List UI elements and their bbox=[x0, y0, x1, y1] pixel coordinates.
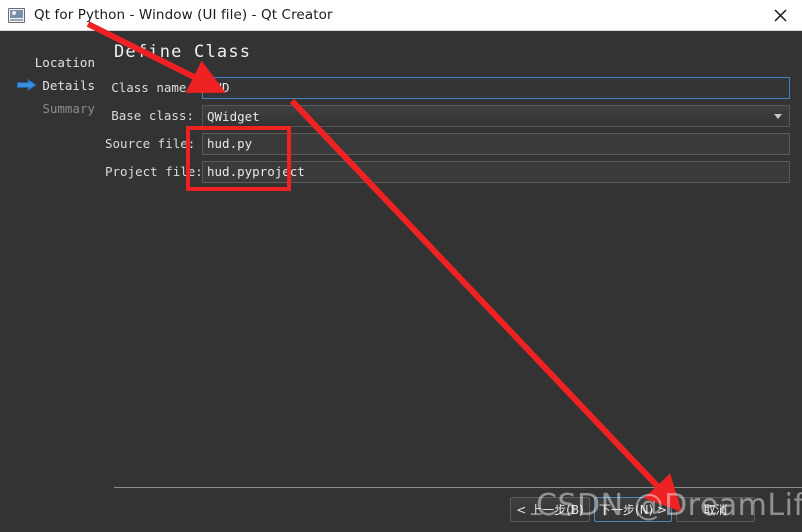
class-name-input[interactable]: HUD bbox=[202, 77, 790, 99]
close-icon[interactable] bbox=[758, 0, 802, 30]
highlight-box-file-fields bbox=[186, 126, 291, 191]
sidebar-item-summary[interactable]: Summary bbox=[0, 98, 105, 118]
page-title: Define Class bbox=[114, 42, 252, 62]
blue-right-arrow-icon bbox=[17, 79, 37, 91]
source-file-label: Source file: bbox=[105, 136, 196, 151]
back-button[interactable]: < 上一步(B) bbox=[510, 497, 590, 522]
sidebar-item-label: Summary bbox=[42, 100, 95, 116]
wizard-button-row: < 上一步(B) 下一步(N) > 取消 bbox=[510, 497, 802, 523]
sidebar-item-label: Location bbox=[34, 54, 95, 70]
qt-creator-wizard-window: Qt for Python - Window (UI file) - Qt Cr… bbox=[0, 0, 802, 532]
qt-designer-icon bbox=[8, 7, 25, 23]
sidebar-item-label: Details bbox=[42, 77, 95, 93]
project-file-label: Project file: bbox=[105, 164, 203, 179]
define-class-panel: Define Class Class name: HUD Base class:… bbox=[105, 31, 802, 532]
base-class-combobox[interactable]: QWidget bbox=[202, 105, 790, 127]
window-title: Qt for Python - Window (UI file) - Qt Cr… bbox=[34, 7, 333, 23]
base-class-value: QWidget bbox=[207, 108, 260, 124]
class-name-label: Class name: bbox=[111, 80, 194, 95]
base-class-label: Base class: bbox=[111, 108, 194, 123]
window-titlebar: Qt for Python - Window (UI file) - Qt Cr… bbox=[0, 0, 802, 31]
sidebar-item-details[interactable]: Details bbox=[0, 75, 105, 95]
cancel-button[interactable]: 取消 bbox=[676, 497, 755, 522]
sidebar-item-location[interactable]: Location bbox=[0, 52, 105, 72]
chevron-down-icon[interactable] bbox=[770, 106, 786, 126]
wizard-body: Location Details Summary Define Class Cl… bbox=[0, 31, 802, 532]
wizard-step-sidebar: Location Details Summary bbox=[0, 31, 105, 532]
next-button[interactable]: 下一步(N) > bbox=[594, 497, 672, 522]
footer-divider bbox=[114, 487, 802, 488]
